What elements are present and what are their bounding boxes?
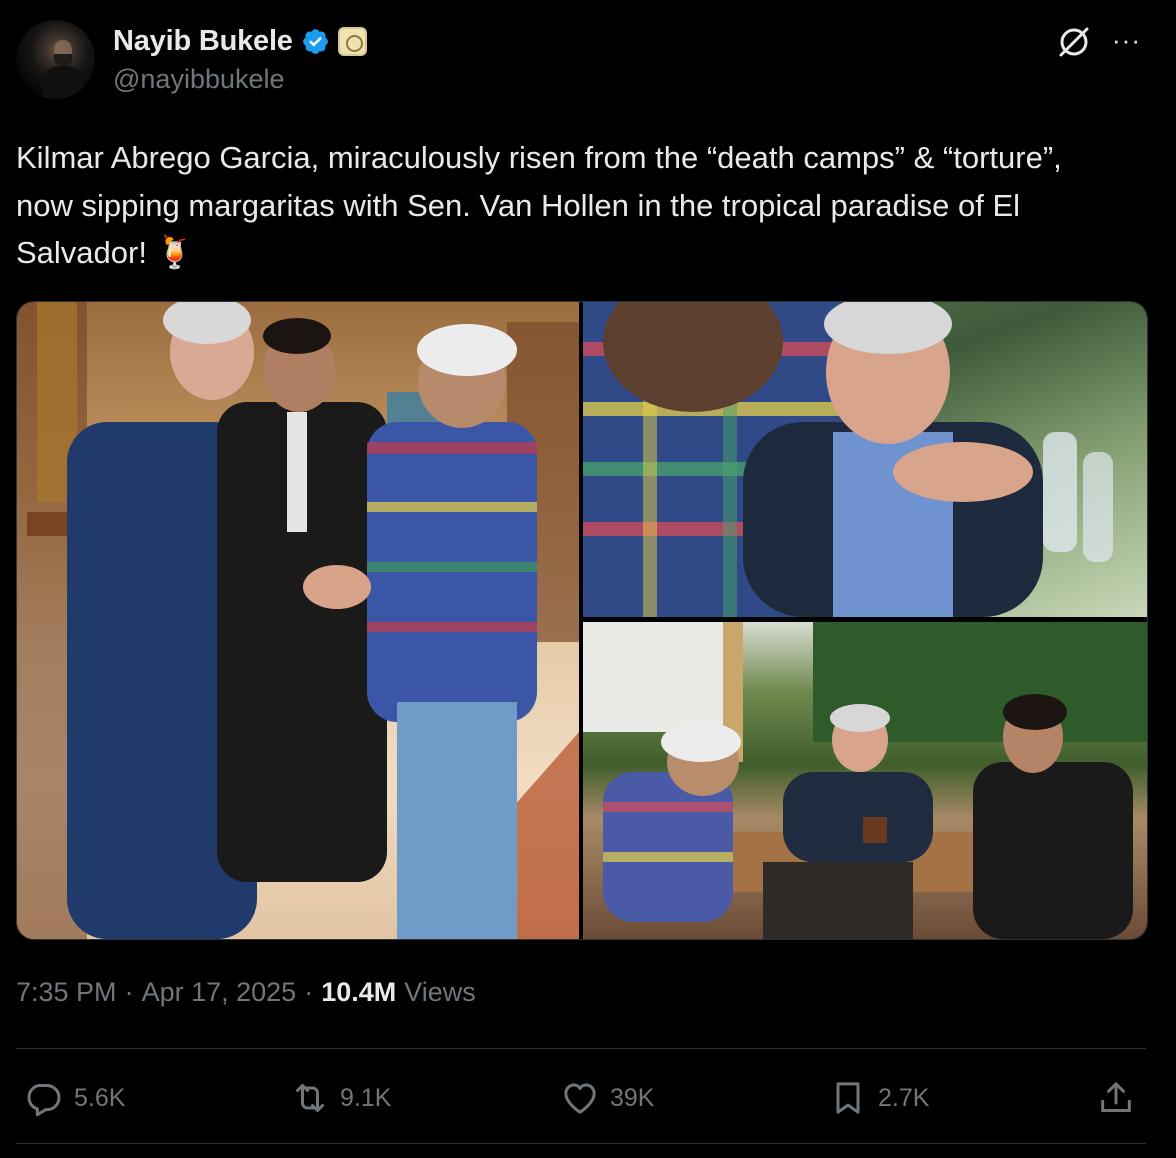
- media-grid: [16, 301, 1148, 940]
- share-button[interactable]: [1096, 1070, 1136, 1126]
- tweet-text: Kilmar Abrego Garcia, miraculously risen…: [16, 140, 1062, 270]
- bookmark-icon: [836, 1082, 860, 1114]
- reply-count: 5.6K: [74, 1083, 126, 1112]
- repost-icon: [296, 1084, 324, 1112]
- more-icon[interactable]: ···: [1112, 27, 1141, 53]
- tweet-time[interactable]: 7:35 PM: [16, 977, 117, 1008]
- author-display-name[interactable]: Nayib Bukele: [113, 25, 293, 58]
- divider: [16, 1048, 1146, 1049]
- bookmark-count: 2.7K: [878, 1083, 930, 1112]
- reply-icon: [27, 1084, 61, 1117]
- views-label: Views: [404, 977, 476, 1007]
- affiliate-seal-icon[interactable]: [337, 26, 367, 56]
- repost-count: 9.1K: [340, 1083, 392, 1112]
- author-handle[interactable]: @nayibbukele: [113, 64, 285, 95]
- photo-restaurant-table[interactable]: [583, 622, 1147, 939]
- like-button[interactable]: 39K: [560, 1070, 654, 1126]
- avatar[interactable]: [16, 20, 95, 99]
- photo-handshake[interactable]: [17, 302, 579, 939]
- divider: [16, 1143, 1146, 1144]
- views-count: 10.4M: [321, 977, 397, 1007]
- heart-icon: [564, 1083, 596, 1114]
- tweet-date[interactable]: Apr 17, 2025: [142, 977, 297, 1008]
- meta-separator: ·: [304, 977, 314, 1007]
- author-name-row: Nayib Bukele: [113, 24, 367, 58]
- like-count: 39K: [610, 1083, 655, 1112]
- bookmark-button[interactable]: 2.7K: [828, 1070, 929, 1126]
- tweet: Nayib Bukele @nayibbukele ··· Kilmar Abr…: [0, 0, 1176, 1158]
- photo-closeup[interactable]: [583, 302, 1147, 617]
- reply-button[interactable]: 5.6K: [24, 1070, 125, 1126]
- repost-button[interactable]: 9.1K: [290, 1070, 391, 1126]
- verified-badge-icon: [302, 28, 328, 54]
- tweet-meta: 7:35 PM · Apr 17, 2025 · 10.4M Views: [16, 977, 476, 1008]
- action-bar: 5.6K 9.1K 39K 2.7K: [0, 1070, 1176, 1126]
- grok-icon[interactable]: [1056, 24, 1092, 60]
- meta-separator: ·: [124, 977, 134, 1007]
- share-icon: [1101, 1082, 1131, 1112]
